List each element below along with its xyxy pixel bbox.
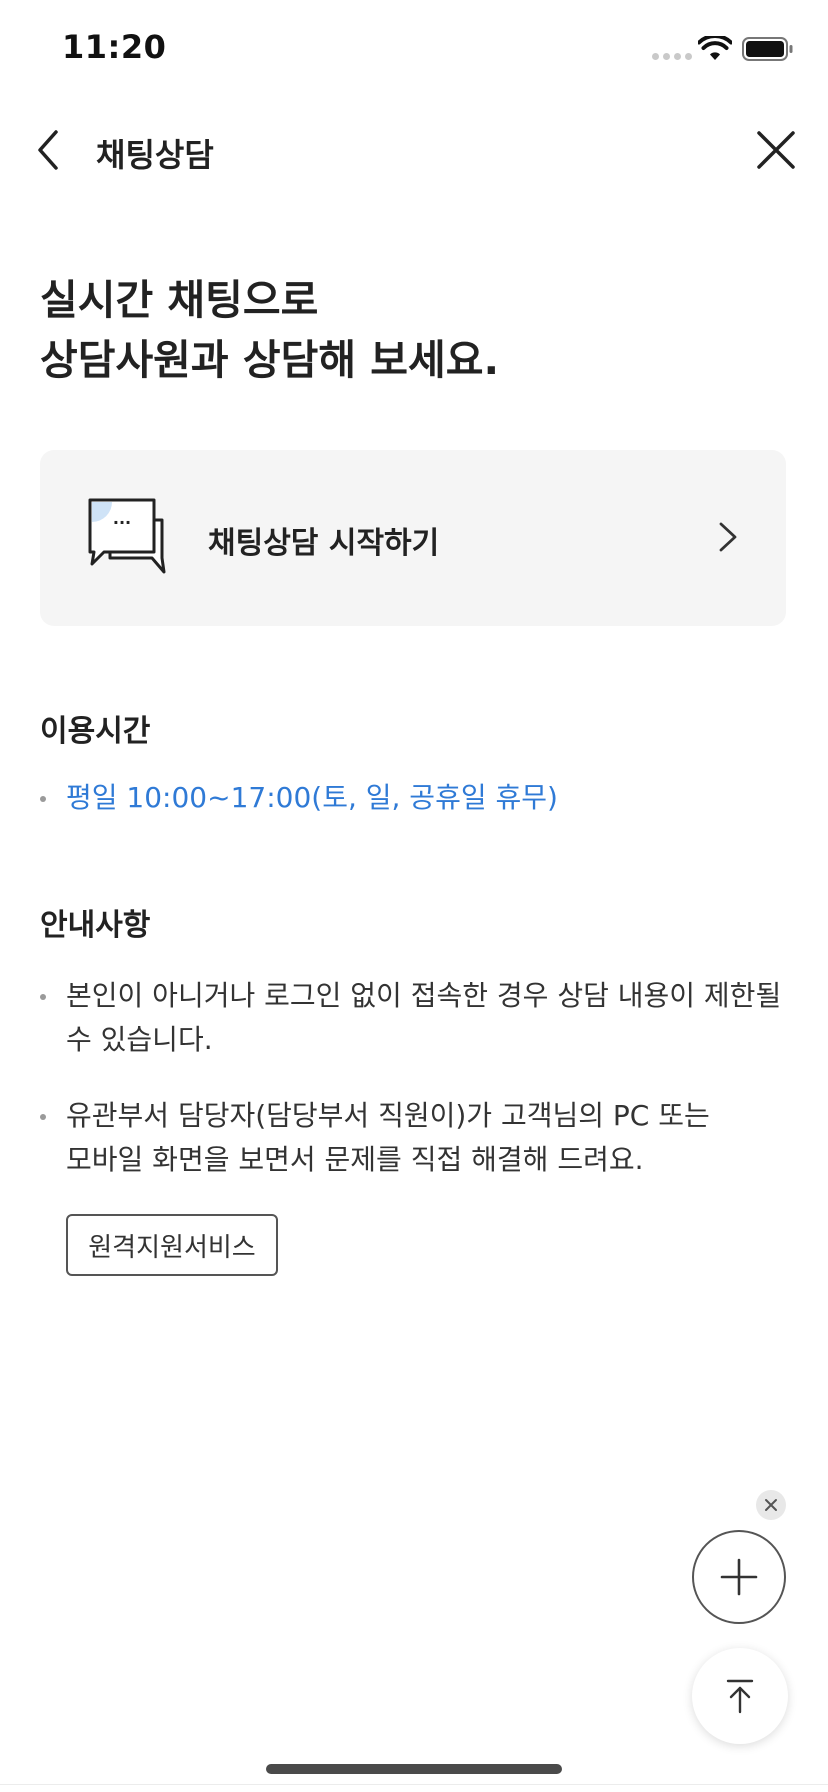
headline-line-2: 상담사원과 상담해 보세요. bbox=[40, 336, 500, 384]
notice-text-line: 모바일 화면을 보면서 문제를 직접 해결해 드려요. bbox=[66, 1143, 644, 1176]
remote-support-button[interactable]: 원격지원서비스 bbox=[66, 1214, 278, 1276]
notice-text: 유관부서 담당자(담당부서 직원이)가 고객님의 PC 또는 모바일 화면을 보… bbox=[66, 1094, 796, 1182]
bottom-divider bbox=[0, 1784, 828, 1785]
status-time: 11:20 bbox=[62, 28, 167, 66]
close-icon[interactable] bbox=[756, 130, 796, 170]
cellular-signal-icon bbox=[652, 53, 692, 60]
bullet-dot bbox=[40, 994, 46, 1000]
dismiss-fab-button[interactable] bbox=[756, 1490, 786, 1520]
wifi-icon bbox=[698, 36, 732, 60]
notice-text-line: 본인이 아니거나 로그인 없이 접속한 경우 상담 내용이 제한될 bbox=[66, 979, 782, 1012]
hours-section-title: 이용시간 bbox=[40, 714, 151, 749]
page-title: 채팅상담 bbox=[96, 136, 214, 174]
notice-text-line: 수 있습니다. bbox=[66, 1023, 213, 1056]
navigation-header: 채팅상담 bbox=[0, 110, 828, 190]
close-small-icon bbox=[765, 1499, 777, 1511]
chevron-right-icon bbox=[719, 522, 737, 552]
headline-line-1: 실시간 채팅으로 bbox=[40, 276, 319, 324]
hours-text-line: 평일 10:00~17:00(토, 일, 공휴일 휴무) bbox=[66, 781, 558, 814]
back-arrow-icon[interactable] bbox=[30, 128, 70, 172]
notice-text: 본인이 아니거나 로그인 없이 접속한 경우 상담 내용이 제한될 수 있습니다… bbox=[66, 974, 796, 1062]
status-bar: 11:20 bbox=[0, 0, 828, 100]
chat-consultation-screen: 11:20 채팅상담 실시간 채팅으로 상담사원과 상담해 보세요. ... 채… bbox=[0, 0, 828, 1792]
notice-text-line: 유관부서 담당자(담당부서 직원이)가 고객님의 PC 또는 bbox=[66, 1099, 710, 1132]
bullet-dot bbox=[40, 1114, 46, 1120]
home-indicator bbox=[266, 1764, 562, 1774]
hours-text: 평일 10:00~17:00(토, 일, 공휴일 휴무) bbox=[66, 776, 796, 820]
plus-fab-button[interactable] bbox=[692, 1530, 786, 1624]
chat-bubble-ellipsis: ... bbox=[113, 509, 131, 528]
start-chat-card[interactable]: ... 채팅상담 시작하기 bbox=[40, 450, 786, 626]
notice-section-title: 안내사항 bbox=[40, 908, 151, 943]
scroll-to-top-button[interactable] bbox=[692, 1648, 788, 1744]
battery-icon bbox=[742, 37, 793, 61]
plus-icon bbox=[720, 1558, 758, 1596]
chat-bubbles-icon: ... bbox=[88, 498, 166, 574]
arrow-up-to-top-icon bbox=[726, 1679, 754, 1714]
start-chat-label: 채팅상담 시작하기 bbox=[208, 526, 440, 561]
headline: 실시간 채팅으로 상담사원과 상담해 보세요. bbox=[40, 270, 499, 390]
bullet-dot bbox=[40, 796, 46, 802]
